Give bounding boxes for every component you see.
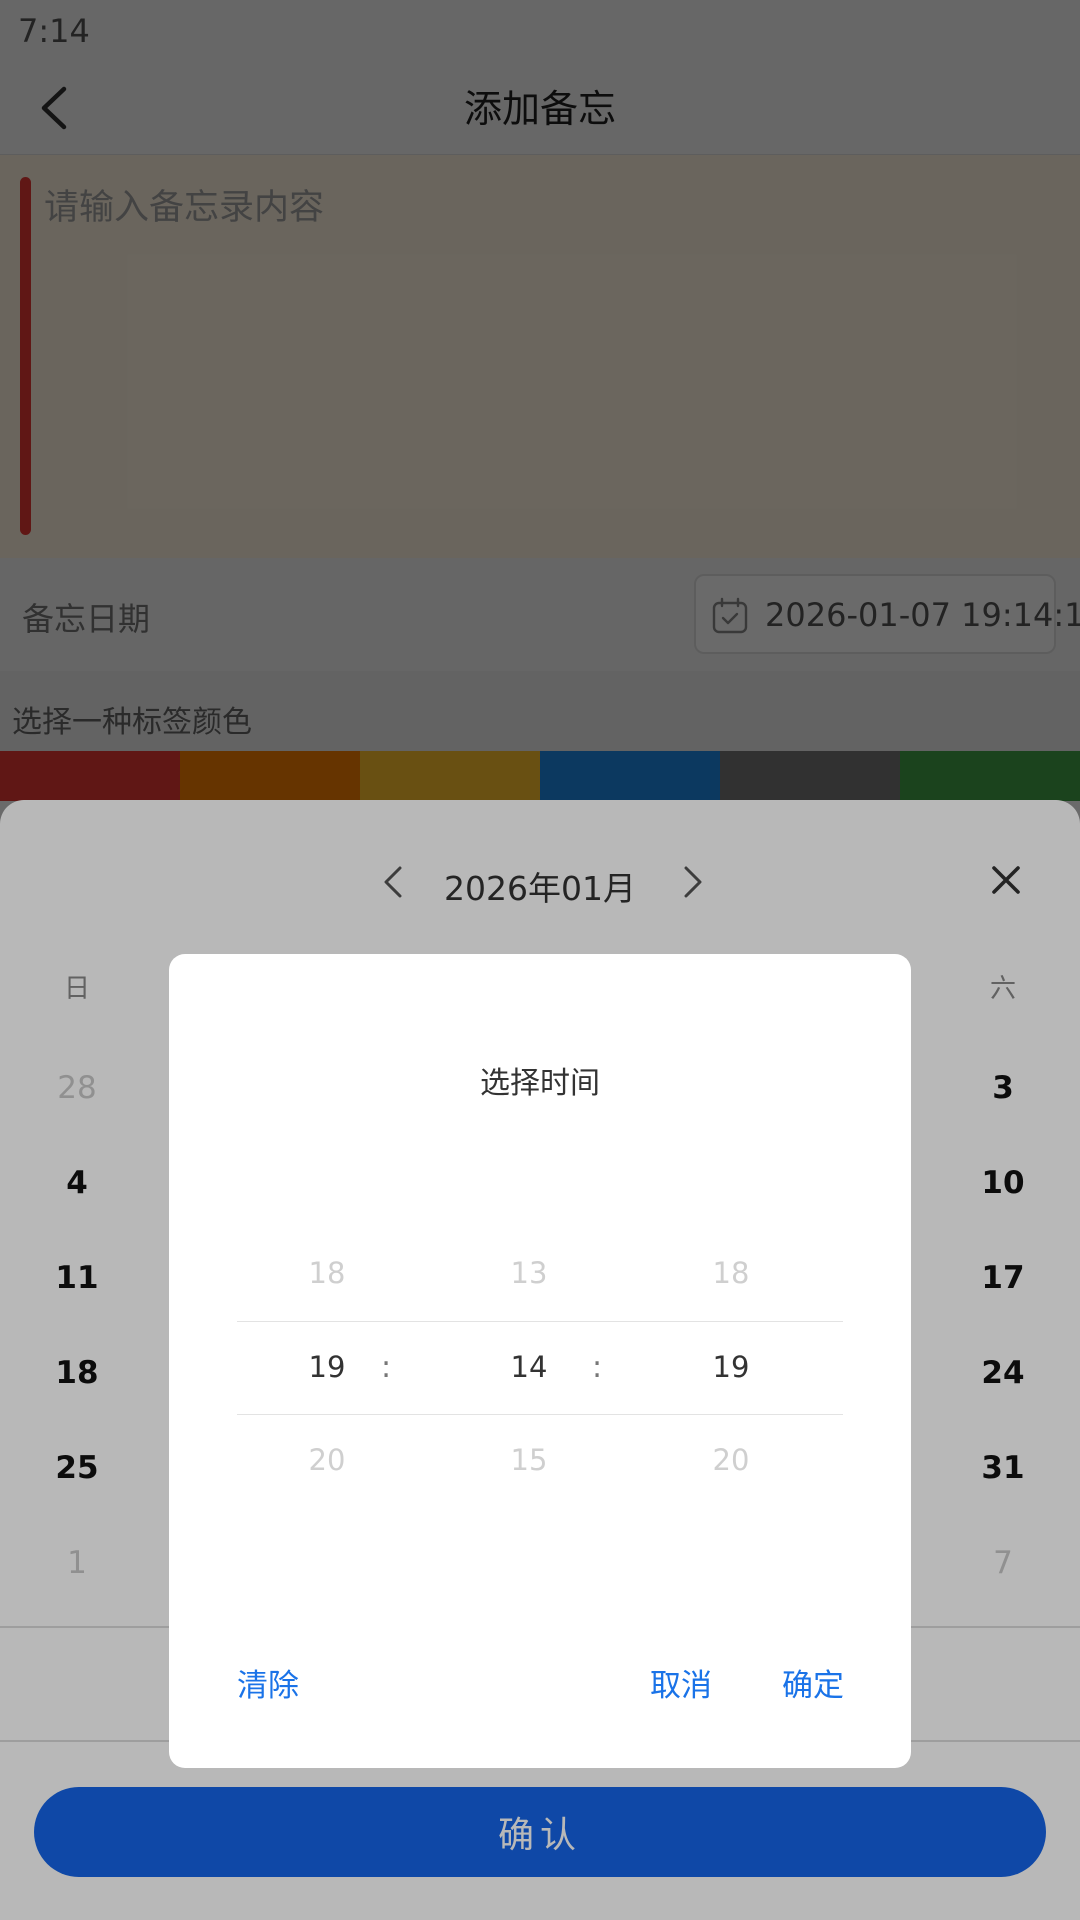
time-picker-dialog: 选择时间 18 19 20 : 13 14 15 : 18 19 20 清除 取… — [169, 954, 911, 1768]
second-column[interactable]: 18 19 20 — [671, 1218, 791, 1508]
ok-button[interactable]: 确定 — [782, 1660, 844, 1705]
hour-prev: 18 — [308, 1256, 346, 1290]
minute-next: 15 — [510, 1443, 548, 1477]
minute-prev: 13 — [510, 1256, 548, 1290]
dialog-title: 选择时间 — [480, 1066, 600, 1101]
second-next: 20 — [712, 1443, 750, 1477]
minute-selected: 14 — [510, 1350, 548, 1384]
second-prev: 18 — [712, 1256, 750, 1290]
second-selected: 19 — [712, 1350, 750, 1384]
hour-column[interactable]: 18 19 20 — [267, 1218, 387, 1508]
time-separator: : — [380, 1350, 392, 1385]
time-separator: : — [591, 1350, 603, 1385]
time-picker: 18 19 20 : 13 14 15 : 18 19 20 — [237, 1218, 843, 1508]
clear-button[interactable]: 清除 — [237, 1660, 299, 1705]
minute-column[interactable]: 13 14 15 — [469, 1218, 589, 1508]
hour-next: 20 — [308, 1443, 346, 1477]
cancel-button[interactable]: 取消 — [650, 1660, 712, 1705]
hour-selected: 19 — [308, 1350, 346, 1384]
